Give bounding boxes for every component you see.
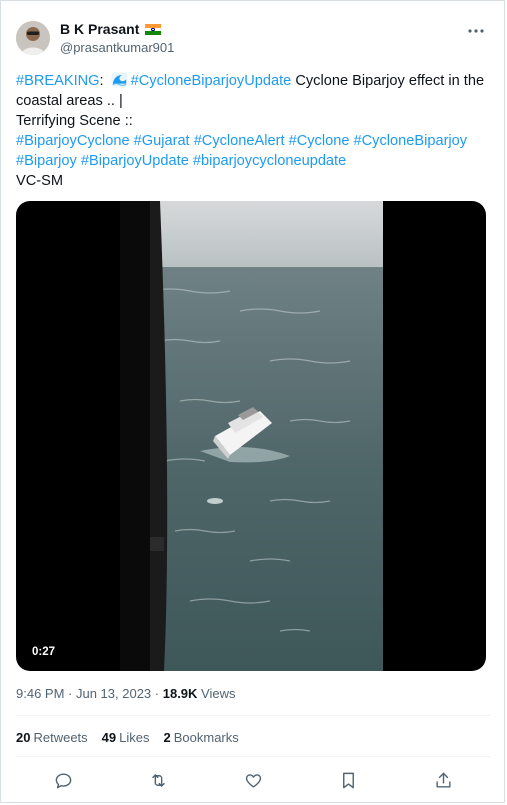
tweet-stats: 20 Retweets 49 Likes 2 Bookmarks <box>16 730 239 745</box>
hashtag-link[interactable]: #Gujarat <box>134 133 190 149</box>
bookmark-icon[interactable] <box>336 767 362 793</box>
india-flag-icon <box>145 24 162 35</box>
likes-stat[interactable]: 49 Likes <box>102 730 150 745</box>
hashtag-link[interactable]: #BiparjoyUpdate <box>81 153 189 169</box>
wave-emoji-icon <box>111 72 128 87</box>
video-frame <box>120 201 383 671</box>
more-options-icon[interactable] <box>465 23 487 39</box>
avatar[interactable] <box>16 21 50 55</box>
tweet-time[interactable]: 9:46 PM <box>16 686 64 701</box>
tweet-text-segment: Terrifying Scene :: <box>16 113 133 129</box>
tweet-header: B K Prasant @prasantkumar901 <box>16 19 491 59</box>
tweet-text-segment: VC-SM <box>16 173 64 189</box>
hashtag-link[interactable]: #Biparjoy <box>16 153 77 169</box>
tweet-video[interactable]: 0:27 <box>16 201 486 671</box>
tweet-text: #BREAKING: #CycloneBiparjoyUpdate Cyclon… <box>16 71 491 191</box>
hashtag-link[interactable]: #BiparjoyCyclone <box>16 133 130 149</box>
retweets-stat[interactable]: 20 Retweets <box>16 730 88 745</box>
meta-separator: · <box>151 686 163 701</box>
like-icon[interactable] <box>241 767 267 793</box>
tweet-actions <box>16 767 491 793</box>
hashtag-link[interactable]: #BREAKING <box>16 73 100 89</box>
share-icon[interactable] <box>431 767 457 793</box>
hashtag-link[interactable]: #biparjoycycloneupdate <box>193 153 346 169</box>
author-name[interactable]: B K Prasant <box>60 21 139 38</box>
views-count: 18.9K <box>162 686 198 701</box>
reply-icon[interactable] <box>51 767 77 793</box>
author-handle[interactable]: @prasantkumar901 <box>60 39 174 56</box>
views-label: Views <box>197 686 236 701</box>
video-duration: 0:27 <box>26 643 62 661</box>
tweet-date[interactable]: Jun 13, 2023 <box>76 686 151 701</box>
divider <box>16 756 491 757</box>
hashtag-link[interactable]: #CycloneAlert <box>194 133 285 149</box>
divider <box>16 715 491 716</box>
tweet-card: B K Prasant @prasantkumar901 #BREAKING: … <box>0 0 505 803</box>
hashtag-link[interactable]: #CycloneBiparjoy <box>354 133 468 149</box>
hashtag-link[interactable]: #CycloneBiparjoyUpdate <box>131 73 292 89</box>
tweet-meta: 9:46 PM · Jun 13, 2023 · 18.9K Views <box>16 686 236 701</box>
author-block: B K Prasant @prasantkumar901 <box>60 21 174 56</box>
meta-separator: · <box>64 686 76 701</box>
hashtag-link[interactable]: #Cyclone <box>289 133 350 149</box>
retweet-icon[interactable] <box>146 767 172 793</box>
tweet-text-segment: : <box>99 73 108 89</box>
bookmarks-stat[interactable]: 2 Bookmarks <box>164 730 239 745</box>
